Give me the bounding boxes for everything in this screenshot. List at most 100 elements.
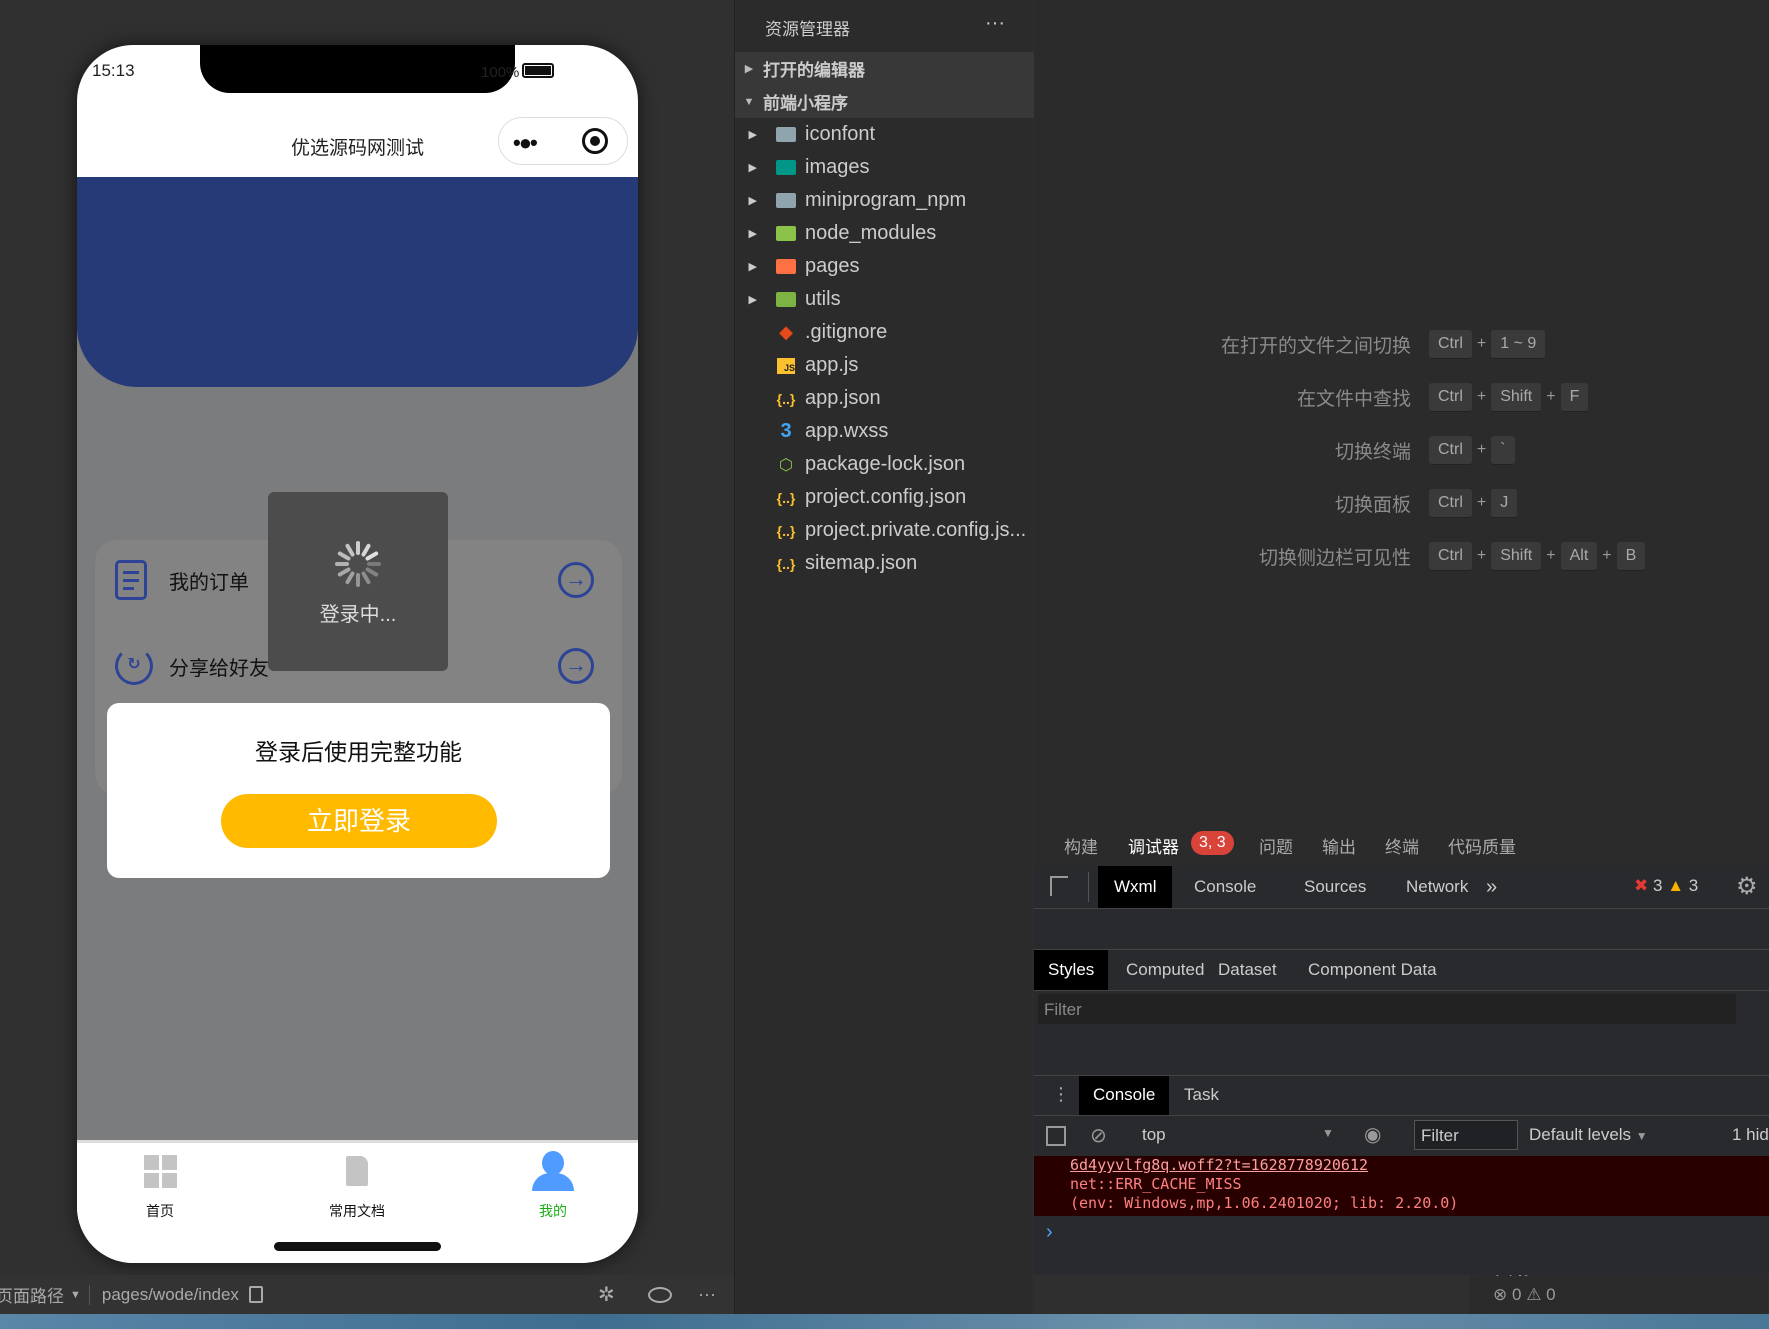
panel-tab[interactable]: 调试器 xyxy=(1128,833,1179,868)
panel-tab[interactable]: 问题 xyxy=(1259,833,1293,858)
settings-gear-icon[interactable]: ⚙ xyxy=(1736,872,1758,901)
tree-folder[interactable]: ▶ node_modules xyxy=(735,217,1034,250)
json-icon: {..} xyxy=(776,489,796,506)
explorer-more-button[interactable]: ··· xyxy=(985,12,1005,35)
file-name: sitemap.json xyxy=(805,552,918,574)
tree-folder[interactable]: ▶ miniprogram_npm xyxy=(735,184,1034,217)
spinner-segment xyxy=(365,551,379,561)
file-name: project.private.config.js... xyxy=(805,519,1027,541)
more-icon[interactable]: ··· xyxy=(698,1284,716,1305)
caret-right-icon: ▶ xyxy=(748,261,757,273)
console-filter-input[interactable]: Filter xyxy=(1414,1120,1518,1150)
styles-filter-input[interactable]: Filter xyxy=(1038,994,1736,1024)
loading-toast: 登录中... xyxy=(268,492,448,671)
json-icon: {..} xyxy=(776,390,796,407)
devtools-tab-network[interactable]: Network xyxy=(1390,866,1484,908)
more-dots-icon[interactable]: •●• xyxy=(513,130,538,156)
folder-node-icon xyxy=(771,226,801,241)
tree-folder[interactable]: ▶ iconfont xyxy=(735,118,1034,151)
tree-folder[interactable]: ▶ pages xyxy=(735,250,1034,283)
status-time: 15:13 xyxy=(92,61,135,80)
error-link[interactable]: 6d4yyvlfg8q.woff2?t=1628778920612 xyxy=(1070,1156,1769,1175)
css-icon: 3 xyxy=(780,420,792,442)
panel-tab[interactable]: 代码质量 xyxy=(1448,833,1516,858)
clear-console-icon[interactable]: ⊘ xyxy=(1090,1123,1107,1148)
shortcut-row: 在打开的文件之间切换 Ctrl +1 ~ 9 xyxy=(1034,328,1769,360)
tree-file[interactable]: {..} project.private.config.js... xyxy=(735,514,1034,547)
sidebar-toggle-icon[interactable] xyxy=(1046,1126,1066,1146)
caret-right-icon: ▶ xyxy=(748,228,757,240)
spinner-icon xyxy=(335,541,381,587)
inspect-element-icon[interactable] xyxy=(1050,876,1068,896)
tab-mine[interactable]: 我的 xyxy=(483,1151,623,1221)
tab-home[interactable]: 首页 xyxy=(90,1151,230,1221)
tree-file[interactable]: {..} app.json xyxy=(735,382,1034,415)
close-target-icon[interactable] xyxy=(582,128,608,154)
tree-file[interactable]: ◆ .gitignore xyxy=(735,316,1034,349)
spinner-segment xyxy=(361,571,371,585)
phone-frame: 15:13 100% 优选源码网测试 •●• 我的订单 → ↻ 分享给好友 → … xyxy=(77,45,638,1263)
login-now-button[interactable]: 立即登录 xyxy=(221,794,497,848)
eye-icon[interactable]: ◉ xyxy=(1364,1122,1381,1147)
tree-file[interactable]: 3 app.wxss xyxy=(735,415,1034,448)
devtools-toolbar: Wxml Console Sources Network» ✖ 3 ▲ 3 ⚙ xyxy=(1034,866,1769,909)
folder-images-icon xyxy=(771,160,801,175)
devtools-tab-wxml[interactable]: Wxml xyxy=(1098,866,1173,908)
more-tabs-chevron-icon[interactable]: » xyxy=(1486,876,1497,899)
caret-right-icon: ▶ xyxy=(748,129,757,141)
eye-icon[interactable] xyxy=(648,1286,672,1303)
folder-pages-icon xyxy=(771,259,801,274)
plus-sign: + xyxy=(1476,441,1487,458)
tree-file[interactable]: {..} project.config.json xyxy=(735,481,1034,514)
header-banner xyxy=(77,177,638,387)
tree-file[interactable]: {..} sitemap.json xyxy=(735,547,1034,580)
key-cap: Ctrl xyxy=(1429,435,1472,465)
devtools-tab-sources[interactable]: Sources xyxy=(1288,866,1382,908)
battery-icon xyxy=(522,63,554,78)
capsule-menu[interactable]: •●• xyxy=(498,117,628,165)
page-path-dropdown[interactable]: 页面路径 xyxy=(0,1282,64,1307)
tree-folder[interactable]: ▶ utils xyxy=(735,283,1034,316)
drawer-tab[interactable]: Task xyxy=(1170,1076,1233,1115)
styles-tab[interactable]: Component Data xyxy=(1294,950,1451,990)
shortcut-label: 切换面板 xyxy=(1334,494,1411,516)
panel-tab[interactable]: 终端 xyxy=(1385,833,1419,858)
tab-label: 常用文档 xyxy=(329,1203,385,1219)
tree-file[interactable]: ⬡ package-lock.json xyxy=(735,448,1034,481)
shortcut-label: 切换终端 xyxy=(1334,441,1411,463)
plus-sign: + xyxy=(1476,547,1487,564)
section-open-editors[interactable]: ▶ 打开的编辑器 xyxy=(735,52,1034,85)
styles-tab[interactable]: Computed xyxy=(1112,950,1218,990)
problem-counts[interactable]: ⊗ 0 ⚠ 0 xyxy=(1493,1285,1556,1305)
styles-tab[interactable]: Dataset xyxy=(1204,950,1291,990)
bug-icon[interactable]: ✲ xyxy=(598,1282,615,1307)
tab-documents[interactable]: 常用文档 xyxy=(287,1151,427,1221)
tree-file[interactable]: JS app.js xyxy=(735,349,1034,382)
console-prompt[interactable]: › xyxy=(1046,1221,1053,1244)
grid-icon xyxy=(90,1151,230,1191)
file-explorer: 资源管理器 ··· ▶ 打开的编辑器 ▼ 前端小程序 ▶ iconfont ▶ im… xyxy=(734,0,1768,1314)
copy-icon[interactable] xyxy=(248,1286,263,1303)
styles-tab[interactable]: Styles xyxy=(1034,950,1109,990)
key-cap: Shift xyxy=(1491,382,1542,412)
devtools-tab-console[interactable]: Console xyxy=(1178,866,1272,908)
section-project[interactable]: ▼ 前端小程序 xyxy=(735,85,1034,118)
context-select[interactable]: top xyxy=(1142,1125,1166,1145)
tree-folder[interactable]: ▶ images xyxy=(735,151,1034,184)
drawer-tab[interactable]: Console xyxy=(1079,1076,1170,1115)
log-levels-dropdown[interactable]: Default levels ▼ xyxy=(1529,1125,1648,1145)
spinner-segment xyxy=(365,567,379,577)
explorer-title: 资源管理器 xyxy=(765,20,850,39)
error-badge[interactable]: ✖ 3 ▲ 3 xyxy=(1634,876,1698,896)
caret-right-icon: ▶ xyxy=(748,294,757,306)
shortcut-row: 切换面板 Ctrl + J xyxy=(1034,487,1769,519)
key-cap: Ctrl xyxy=(1429,329,1472,359)
file-name: app.wxss xyxy=(805,420,889,442)
section-label: 打开的编辑器 xyxy=(763,61,865,80)
context-caret-icon: ▼ xyxy=(1322,1126,1334,1140)
section-label: 前端小程序 xyxy=(763,94,848,113)
file-name: project.config.json xyxy=(805,486,967,508)
drawer-menu-icon[interactable]: ⋮ xyxy=(1052,1084,1070,1105)
panel-tab[interactable]: 输出 xyxy=(1322,833,1356,858)
panel-tab[interactable]: 构建 xyxy=(1064,833,1098,858)
